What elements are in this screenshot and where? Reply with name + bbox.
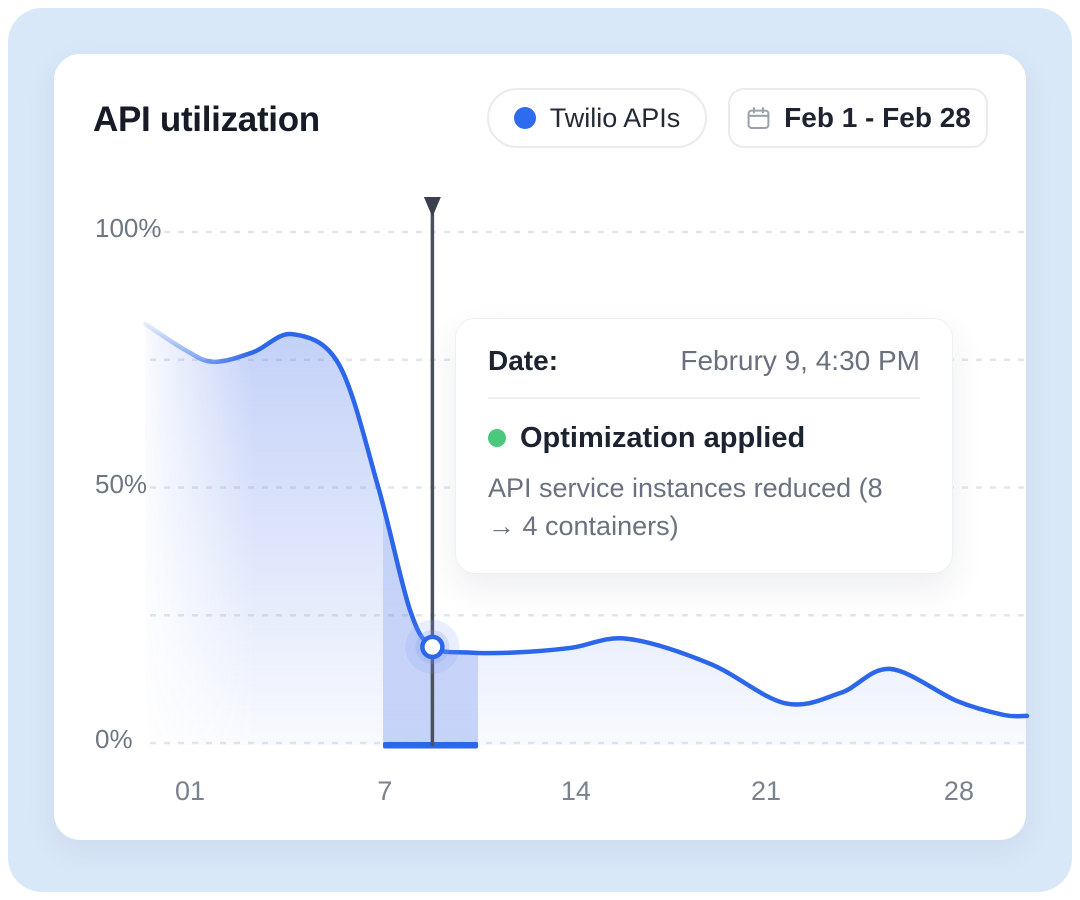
- x-tick-label: 01: [150, 776, 230, 807]
- tooltip-event-row: Optimization applied: [488, 421, 920, 455]
- event-tooltip: Date: Februry 9, 4:30 PM Optimization ap…: [455, 318, 953, 574]
- tooltip-date-label: Date:: [488, 345, 558, 377]
- y-tick-label: 100%: [95, 213, 162, 244]
- event-marker-triangle-icon: [424, 197, 441, 217]
- x-tick-label: 28: [919, 776, 999, 807]
- x-tick-label: 21: [726, 776, 806, 807]
- tooltip-divider: [488, 397, 920, 399]
- tooltip-date-row: Date: Februry 9, 4:30 PM: [488, 345, 920, 385]
- event-marker-point[interactable]: [422, 637, 442, 657]
- y-tick-label: 0%: [95, 724, 133, 755]
- x-tick-label: 7: [345, 776, 425, 807]
- baseline-bar: [383, 742, 478, 749]
- x-tick-label: 14: [536, 776, 616, 807]
- tooltip-event-description: API service instances reduced (8 → 4 con…: [488, 469, 913, 545]
- tooltip-date-value: Februry 9, 4:30 PM: [680, 345, 920, 377]
- y-tick-label: 50%: [95, 469, 147, 500]
- tooltip-event-title: Optimization applied: [520, 422, 805, 455]
- event-status-dot-icon: [488, 429, 506, 447]
- api-utilization-widget: API utilization Twilio APIs Feb 1 - Feb …: [0, 0, 1080, 900]
